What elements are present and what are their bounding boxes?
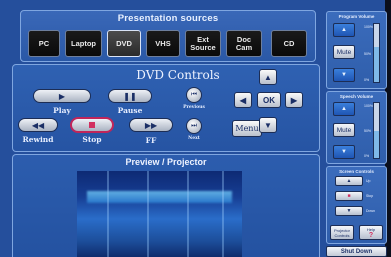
dvd-controls-panel: DVD Controls ▶ Play ❚❚ Pause ⏮ Previous … (12, 64, 320, 152)
play-icon: ▶ (58, 91, 66, 101)
next-button[interactable]: ⏭ (186, 118, 202, 134)
program-volume-up-button[interactable]: ▲ (333, 23, 355, 37)
speech-volume-up-button[interactable]: ▲ (333, 102, 355, 116)
skip-next-icon: ⏭ (191, 122, 197, 129)
source-doc-cam-button[interactable]: Doc Cam (226, 30, 262, 57)
skip-previous-icon: ⏮ (191, 91, 197, 98)
dpad-right-button[interactable]: ▶ (285, 92, 303, 108)
stop-button[interactable] (70, 117, 114, 133)
stop-label: Stop (82, 135, 102, 144)
projector-controls-label-2: Controls (334, 232, 350, 238)
stop-square-icon: ■ (347, 193, 351, 199)
screen-controls-title: Screen Controls (339, 169, 374, 174)
triangle-up-icon: ▲ (341, 106, 347, 112)
program-volume-level (374, 47, 379, 82)
preview-stripe (187, 171, 189, 257)
projector-controls-button[interactable]: Projector Controls (330, 225, 354, 240)
stop-icon (89, 122, 95, 128)
triangle-up-icon: ▲ (346, 178, 352, 184)
speech-volume-panel: Speech Volume ▲ Mute ▼ 100% 50% 0% (326, 91, 387, 164)
speech-volume-title: Speech Volume (339, 94, 374, 99)
screen-stop-label: Stop (366, 194, 374, 198)
pause-icon: ❚❚ (123, 91, 137, 101)
speech-pct-top: 100% (364, 104, 373, 108)
arrow-up-icon: ▲ (264, 72, 272, 82)
fast-forward-icon: ▶▶ (144, 120, 158, 130)
program-mute-button[interactable]: Mute (333, 45, 355, 59)
triangle-up-icon: ▲ (341, 27, 347, 33)
help-button[interactable]: Help ? (359, 225, 383, 240)
triangle-down-icon: ▼ (346, 208, 352, 214)
preview-screen (77, 171, 242, 257)
speech-mute-button[interactable]: Mute (333, 123, 355, 137)
pause-button[interactable]: ❚❚ (108, 89, 152, 103)
source-cd-button[interactable]: CD (271, 30, 307, 57)
program-pct-bottom: 0% (364, 78, 370, 82)
program-pct-top: 100% (364, 25, 373, 29)
shut-down-button[interactable]: Shut Down (326, 246, 387, 257)
control-panel: Presentation sources PC Laptop DVD VHS E… (0, 0, 391, 257)
speech-pct-mid: 50% (364, 129, 372, 133)
triangle-down-icon: ▼ (341, 149, 347, 155)
rewind-label: Rewind (22, 135, 54, 144)
ff-label: FF (145, 136, 157, 145)
screen-stop-button[interactable]: ■ (335, 191, 363, 201)
rewind-icon: ◀◀ (31, 120, 45, 130)
arrow-down-icon: ▼ (264, 120, 272, 130)
menu-button[interactable]: Menu (232, 120, 262, 137)
presentation-sources-panel: Presentation sources PC Laptop DVD VHS E… (20, 10, 316, 62)
program-volume-down-button[interactable]: ▼ (333, 68, 355, 82)
next-label: Next (188, 136, 200, 141)
preview-stripe (107, 171, 109, 257)
program-volume-panel: Program Volume ▲ Mute ▼ 100% 50% 0% (326, 11, 387, 89)
ok-button[interactable]: OK (257, 92, 281, 108)
dvd-controls-title: DVD Controls (136, 68, 220, 82)
speech-pct-bottom: 0% (364, 154, 370, 158)
arrow-left-icon: ◀ (239, 95, 247, 105)
screen-up-label: Up (366, 179, 371, 183)
previous-button[interactable]: ⏮ (186, 87, 202, 103)
program-pct-mid: 50% (364, 52, 372, 56)
screen-controls-panel: Screen Controls ▲ Up ■ Stop ▼ Down Proje… (326, 166, 387, 244)
speech-volume-meter (373, 102, 380, 159)
triangle-down-icon: ▼ (341, 72, 347, 78)
source-dvd-button[interactable]: DVD (107, 30, 141, 57)
source-ext-source-button[interactable]: Ext Source (185, 30, 221, 57)
source-vhs-button[interactable]: VHS (146, 30, 180, 57)
program-volume-title: Program Volume (338, 14, 375, 19)
pause-label: Pause (117, 106, 143, 115)
screen-down-button[interactable]: ▼ (335, 206, 363, 216)
dpad-left-button[interactable]: ◀ (234, 92, 252, 108)
preview-title: Preview / Projector (125, 157, 207, 167)
screen-down-label: Down (366, 209, 375, 213)
preview-panel: Preview / Projector (12, 154, 320, 257)
program-volume-meter (373, 23, 380, 83)
source-laptop-button[interactable]: Laptop (65, 30, 102, 57)
previous-label: Previous (183, 105, 205, 110)
fast-forward-button[interactable]: ▶▶ (129, 118, 173, 132)
help-icon: ? (368, 231, 374, 239)
screen-up-button[interactable]: ▲ (335, 176, 363, 186)
preview-stripe (147, 171, 149, 257)
dpad-up-button[interactable]: ▲ (259, 69, 277, 85)
speech-volume-level (374, 130, 379, 158)
sources-title: Presentation sources (117, 13, 219, 24)
preview-stripe (222, 171, 224, 257)
source-pc-button[interactable]: PC (28, 30, 60, 57)
arrow-right-icon: ▶ (290, 95, 298, 105)
speech-volume-down-button[interactable]: ▼ (333, 145, 355, 159)
dpad-down-button[interactable]: ▼ (259, 117, 277, 133)
rewind-button[interactable]: ◀◀ (18, 118, 58, 132)
play-label: Play (53, 106, 71, 115)
play-button[interactable]: ▶ (33, 89, 91, 103)
